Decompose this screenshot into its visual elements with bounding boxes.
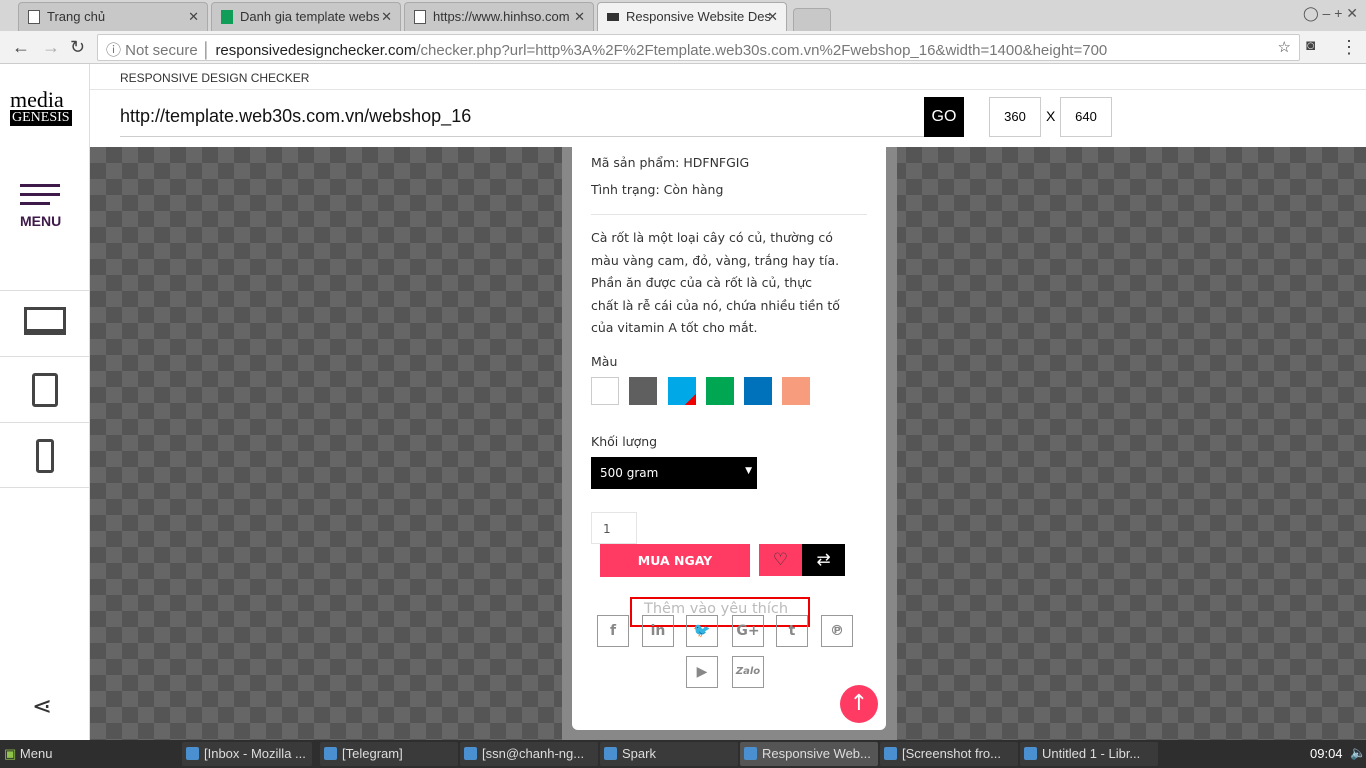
close-icon[interactable]: ✕ xyxy=(381,9,392,25)
site-url-input[interactable]: http://template.web30s.com.vn/webshop_16 xyxy=(120,106,924,137)
tab-bar: Trang chủ ✕ Danh gia template webs ✕ https… xyxy=(0,0,1366,31)
compare-button[interactable]: ⇄ xyxy=(802,544,845,576)
swap-icon: ⇄ xyxy=(816,550,831,570)
close-icon[interactable]: ✕ xyxy=(574,9,585,25)
tab-trang-chu[interactable]: Trang chủ ✕ xyxy=(18,2,208,31)
reload-icon[interactable]: ↻ xyxy=(70,37,85,58)
color-swatch-salmon[interactable] xyxy=(782,377,810,405)
twitter-icon[interactable]: 🐦 xyxy=(686,615,718,647)
color-swatch-green[interactable] xyxy=(706,377,734,405)
mobile-icon xyxy=(36,439,54,473)
heart-icon: ♡ xyxy=(772,550,789,570)
app-title: RESPONSIVE DESIGN CHECKER xyxy=(120,71,310,85)
clock[interactable]: 09:04 xyxy=(1310,746,1343,761)
page-icon xyxy=(414,10,426,24)
product-status: Tình trạng: Còn hàng xyxy=(591,182,724,197)
x-separator: X xyxy=(1046,108,1056,124)
quantity-input[interactable]: 1 xyxy=(591,512,637,544)
star-icon[interactable]: ☆ xyxy=(1278,38,1291,56)
header: RESPONSIVE DESIGN CHECKER http://templat… xyxy=(90,64,1366,147)
color-swatch-cyan[interactable] xyxy=(668,377,696,405)
arrow-up-icon: ↑ xyxy=(849,691,869,716)
google-plus-icon[interactable]: G+ xyxy=(732,615,764,647)
tumblr-icon[interactable]: t xyxy=(776,615,808,647)
info-icon: ⓘ xyxy=(106,42,126,59)
wishlist-button[interactable]: ♡ xyxy=(759,544,802,576)
forward-icon[interactable]: → xyxy=(42,37,60,58)
address-bar: ← → ↻ ⓘ Not secure │ responsivedesignche… xyxy=(0,31,1366,64)
close-icon[interactable]: ✕ xyxy=(767,9,778,25)
color-swatch-white[interactable] xyxy=(591,377,619,405)
device-viewport[interactable]: Mã sản phẩm: HDFNFGIG Tình trạng: Còn hà… xyxy=(572,147,886,730)
start-menu-button[interactable]: ▣ Menu xyxy=(4,746,52,762)
page-icon xyxy=(28,10,40,24)
taskbar-item[interactable]: Responsive Web... xyxy=(740,742,878,766)
desktop-icon xyxy=(24,307,66,335)
height-input[interactable]: 640 xyxy=(1060,97,1112,137)
url-input[interactable]: ⓘ Not secure │ responsivedesignchecker.c… xyxy=(97,34,1300,61)
linkedin-icon[interactable]: in xyxy=(642,615,674,647)
tablet-icon xyxy=(32,373,58,407)
scroll-top-button[interactable]: ↑ xyxy=(840,685,878,723)
facebook-icon[interactable]: f xyxy=(597,615,629,647)
tab-hinhso[interactable]: https://www.hinhso.com ✕ xyxy=(404,2,594,31)
volume-icon[interactable]: 🔈 xyxy=(1350,745,1366,761)
go-button[interactable]: GO xyxy=(924,97,964,137)
taskbar-item[interactable]: Spark xyxy=(600,742,738,766)
color-label: Màu xyxy=(591,354,618,369)
close-icon[interactable]: ✕ xyxy=(188,9,199,25)
pinterest-icon[interactable]: ℗ xyxy=(821,615,853,647)
sheets-icon xyxy=(221,10,233,24)
back-icon[interactable]: ← xyxy=(12,37,30,58)
zalo-icon[interactable]: Zalo xyxy=(732,656,764,688)
dropdown-arrow-icon: ▼ xyxy=(745,466,752,476)
product-sku: Mã sản phẩm: HDFNFGIG xyxy=(591,155,750,170)
width-input[interactable]: 360 xyxy=(989,97,1041,137)
share-icon[interactable]: ⋖ xyxy=(32,692,52,721)
new-tab-button[interactable] xyxy=(793,8,831,31)
site-icon xyxy=(607,13,619,21)
tablet-button[interactable] xyxy=(0,356,90,422)
camera-icon[interactable]: ◙ xyxy=(1306,37,1315,54)
taskbar-item[interactable]: [Inbox - Mozilla ... xyxy=(182,742,312,766)
menu-icon[interactable]: ⋮ xyxy=(1340,37,1358,58)
color-swatch-gray[interactable] xyxy=(629,377,657,405)
window-controls[interactable]: ◯ – + ✕ xyxy=(1303,5,1358,22)
tab-danh-gia[interactable]: Danh gia template webs ✕ xyxy=(211,2,401,31)
taskbar-item[interactable]: [Telegram] xyxy=(320,742,458,766)
youtube-icon[interactable]: ▶ xyxy=(686,656,718,688)
taskbar-item[interactable]: [ssn@chanh-ng... xyxy=(460,742,598,766)
color-swatch-blue[interactable] xyxy=(744,377,772,405)
desktop-button[interactable] xyxy=(0,290,90,356)
product-description: Cà rốt là một loại cây có củ, thường có m… xyxy=(591,230,840,335)
weight-label: Khối lượng xyxy=(591,434,658,449)
weight-select[interactable]: 500 gram ▼ xyxy=(591,457,757,489)
taskbar-item[interactable]: [Screenshot fro... xyxy=(880,742,1018,766)
buy-now-button[interactable]: MUA NGAY xyxy=(600,544,750,577)
taskbar-item[interactable]: Untitled 1 - Libr... xyxy=(1020,742,1158,766)
mobile-button[interactable] xyxy=(0,422,90,488)
sidebar: media GENESIS MENU ⋖ xyxy=(0,64,90,740)
tab-responsive[interactable]: Responsive Website Des ✕ xyxy=(597,2,787,31)
menu-button[interactable]: MENU xyxy=(20,184,61,229)
taskbar: ▣ Menu [Inbox - Mozilla ... [Telegram] [… xyxy=(0,740,1366,768)
logo: media GENESIS xyxy=(10,87,72,126)
